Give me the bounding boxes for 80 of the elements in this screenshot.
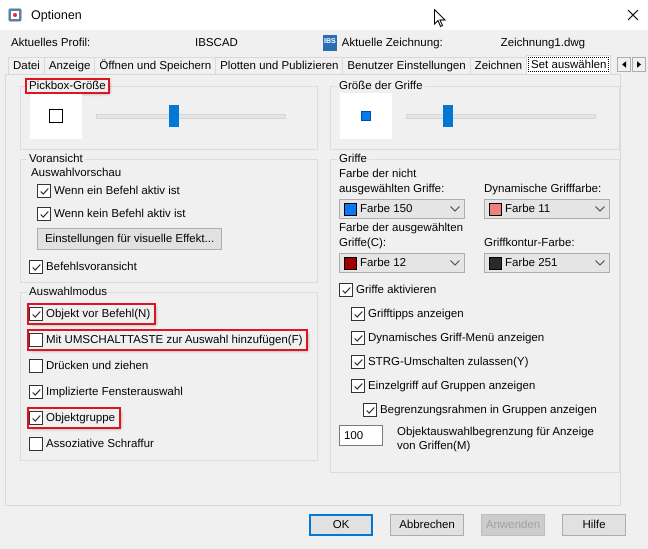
- tab[interactable]: Set auswählen: [526, 55, 612, 74]
- tab[interactable]: Benutzer Einstellungen: [342, 57, 471, 74]
- checkbox[interactable]: [29, 307, 43, 321]
- checkbox[interactable]: [29, 385, 43, 399]
- dropdown-value: Farbe 251: [505, 257, 558, 269]
- checkbox-label: Assoziative Schraffur: [46, 438, 154, 450]
- checkbox-label: STRG-Umschalten zulassen(Y): [368, 356, 528, 368]
- scroll-left-button[interactable]: [617, 57, 632, 72]
- dropdown-value: Farbe 11: [505, 203, 552, 215]
- checkbox-label: Objekt vor Befehl(N): [46, 308, 150, 320]
- checkbox[interactable]: [363, 403, 377, 417]
- chevron-icon: [450, 206, 460, 212]
- dropdown-value: Farbe 12: [360, 257, 408, 269]
- profile-label: Aktuelles Profil:: [11, 37, 92, 49]
- window-title: Optionen: [31, 8, 82, 22]
- field-label: Griffkontur-Farbe:: [484, 236, 576, 251]
- checkbox[interactable]: [351, 307, 365, 321]
- checkbox[interactable]: [351, 355, 365, 369]
- section-label: Auswahlvorschau: [31, 167, 122, 179]
- chevron-icon: [595, 206, 605, 212]
- color-dropdown[interactable]: Farbe 12: [339, 253, 465, 273]
- checkbox[interactable]: [29, 359, 43, 373]
- chevron-icon: [450, 260, 460, 266]
- checkbox[interactable]: [29, 437, 43, 451]
- checkbox-label: Dynamisches Griff-Menü anzeigen: [368, 332, 544, 344]
- scroll-right-button[interactable]: [632, 57, 646, 72]
- checkbox[interactable]: [29, 260, 43, 274]
- field-label: Farbe der nicht ausgewählten Griffe:: [339, 167, 446, 197]
- checkbox[interactable]: [351, 331, 365, 345]
- field-label: Farbe der ausgewählten Griffe(C):: [339, 221, 464, 251]
- color-dropdown[interactable]: Farbe 251: [484, 253, 610, 273]
- left-triangle-icon: [622, 61, 627, 68]
- checkbox-label: Begrenzungsrahmen in Gruppen anzeigen: [380, 404, 597, 416]
- pickbox-icon: [48, 108, 64, 124]
- chevron-icon: [595, 260, 605, 266]
- checkbox[interactable]: [37, 207, 51, 221]
- checkbox[interactable]: [29, 411, 43, 425]
- group-title: Auswahlmodus: [28, 286, 108, 298]
- number-field[interactable]: 100: [339, 425, 383, 446]
- checkbox-label: Griffe aktivieren: [356, 284, 436, 296]
- slider[interactable]: [96, 104, 286, 126]
- tab[interactable]: Öffnen und Speichern: [94, 57, 216, 74]
- grip-icon: [361, 111, 371, 121]
- app-icon: [8, 8, 22, 22]
- checkbox[interactable]: [37, 184, 51, 198]
- dropdown-value: Farbe 150: [360, 203, 414, 215]
- checkbox-label: Einzelgriff auf Gruppen anzeigen: [368, 380, 536, 392]
- profile-value: IBSCAD: [195, 37, 239, 49]
- group-title: Pickbox-Größe: [27, 80, 108, 92]
- right-triangle-icon: [636, 61, 642, 68]
- color-dropdown[interactable]: Farbe 11: [484, 199, 610, 219]
- field-label: Dynamische Grifffarbe:: [484, 182, 602, 197]
- checkbox[interactable]: [351, 379, 365, 393]
- dialog-button[interactable]: OK: [309, 514, 373, 536]
- dialog-button[interactable]: Hilfe: [562, 514, 626, 536]
- checkbox-label: Mit UMSCHALTTASTE zur Auswahl hinzufügen(F): [46, 334, 302, 346]
- group-title: Größe der Griffe: [338, 80, 424, 92]
- tab[interactable]: Anzeige: [44, 57, 96, 74]
- effects-button[interactable]: Einstellungen für visuelle Effekt...: [37, 228, 222, 250]
- checkbox[interactable]: [339, 283, 353, 297]
- slider[interactable]: [406, 104, 596, 126]
- color-dropdown[interactable]: Farbe 150: [339, 199, 465, 219]
- field-label: Objektauswahlbegrenzung für Anzeige von Griffen(M): [397, 425, 595, 453]
- slider-thumb[interactable]: [442, 104, 453, 126]
- checkbox-label: Implizierte Fensterauswahl: [46, 386, 183, 398]
- checkbox-label: Grifftipps anzeigen: [368, 308, 464, 320]
- checkbox-label: Wenn kein Befehl aktiv ist: [54, 208, 186, 220]
- checkbox-label: Befehlsvoransicht: [46, 261, 137, 273]
- slider-thumb[interactable]: [168, 104, 179, 126]
- dialog-button[interactable]: Abbrechen: [390, 514, 464, 536]
- close-icon[interactable]: [627, 9, 639, 21]
- checkbox-label: Wenn ein Befehl aktiv ist: [54, 185, 180, 197]
- group-title: Griffe: [338, 153, 368, 165]
- drawing-label: Aktuelle Zeichnung:: [342, 37, 444, 49]
- checkbox[interactable]: [29, 333, 43, 347]
- checkbox-label: Objektgruppe: [46, 412, 116, 424]
- tab[interactable]: Datei: [8, 57, 45, 74]
- checkbox-label: Drücken und ziehen: [46, 360, 148, 372]
- group-title: Voransicht: [28, 153, 84, 165]
- drawing-value: Zeichnung1.dwg: [500, 37, 586, 49]
